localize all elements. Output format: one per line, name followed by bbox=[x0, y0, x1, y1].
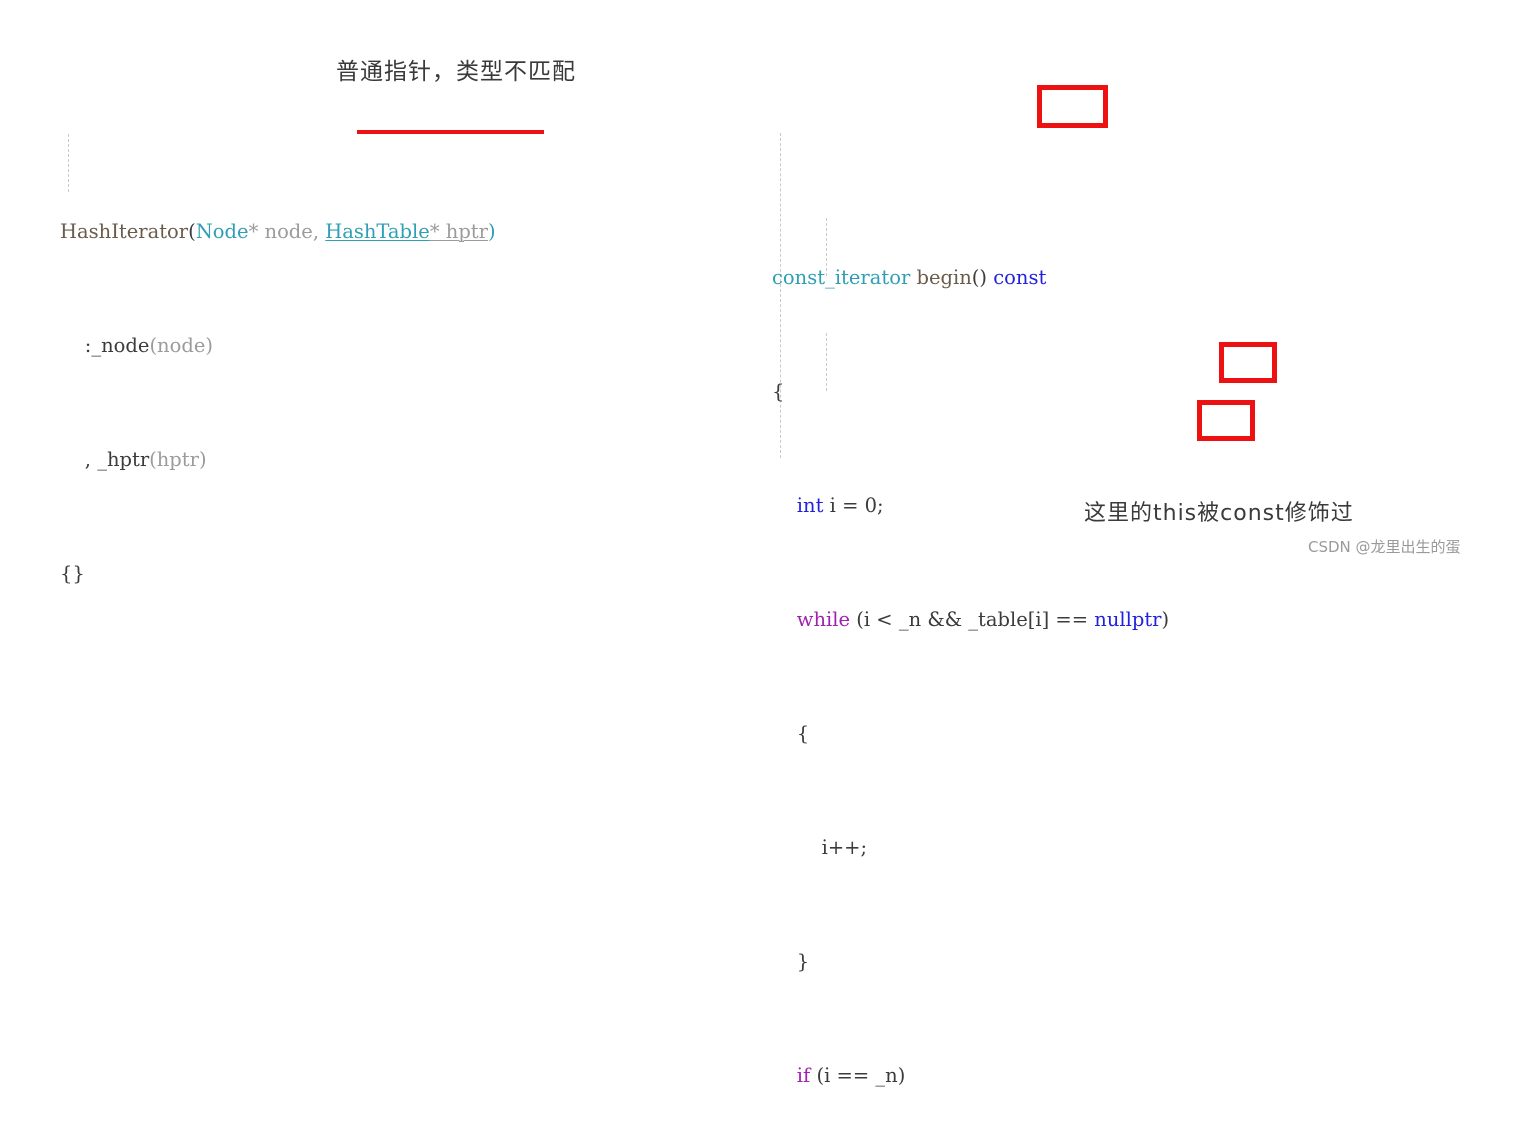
code-line: { bbox=[772, 378, 1169, 407]
csdn-watermark: CSDN @龙里出生的蛋 bbox=[1308, 538, 1461, 556]
code-token-indent bbox=[772, 608, 797, 631]
code-token-expr: i++; bbox=[772, 836, 868, 859]
code-token-punct: ) bbox=[1161, 608, 1170, 631]
indent-guide bbox=[68, 134, 69, 192]
code-line: i++; bbox=[772, 834, 1169, 863]
code-token-brace: { bbox=[772, 722, 810, 745]
code-token-expr: (i < _n && _table[i] == bbox=[850, 608, 1095, 631]
code-token-control: if bbox=[796, 1064, 811, 1087]
code-token-param: * node, bbox=[248, 220, 326, 243]
code-token-brace: { bbox=[772, 380, 785, 403]
red-underline-annotation bbox=[357, 130, 544, 134]
code-line: const_iterator begin() const bbox=[772, 264, 1169, 293]
code-line: :_node(node) bbox=[60, 332, 496, 361]
code-token-function: begin bbox=[916, 266, 972, 289]
code-line: HashIterator(Node* node, HashTable* hptr… bbox=[60, 218, 496, 247]
code-line: { bbox=[772, 720, 1169, 749]
code-block-right: const_iterator begin() const { int i = 0… bbox=[772, 93, 1169, 1136]
code-line: if (i == _n) bbox=[772, 1062, 1169, 1091]
code-token-type-hashtable: HashTable bbox=[325, 220, 430, 243]
code-token-param: hptr bbox=[156, 448, 199, 471]
code-token-expr: (i == _n) bbox=[810, 1064, 906, 1087]
code-line: } bbox=[772, 948, 1169, 977]
code-token-indent bbox=[772, 494, 797, 517]
indent-guide bbox=[780, 133, 781, 458]
red-highlight-box-this-first bbox=[1219, 342, 1277, 383]
code-block-left: HashIterator(Node* node, HashTable* hptr… bbox=[60, 104, 496, 617]
code-token-punct: ) bbox=[198, 448, 207, 471]
red-highlight-box-const bbox=[1037, 85, 1108, 128]
code-token-indent bbox=[772, 1064, 797, 1087]
code-token-braces: {} bbox=[60, 562, 85, 585]
code-token-expr: i = 0; bbox=[823, 494, 884, 517]
code-token-member: :_node bbox=[60, 334, 150, 357]
code-token-function: HashIterator bbox=[60, 220, 189, 243]
code-token-param: node bbox=[157, 334, 206, 357]
code-token-type: const_iterator bbox=[772, 266, 911, 289]
code-token-brace: } bbox=[772, 950, 810, 973]
code-token-control: while bbox=[796, 608, 851, 631]
code-token-punct: ( bbox=[149, 334, 158, 357]
code-token-punct: () bbox=[971, 266, 994, 289]
code-token-punct: ) bbox=[205, 334, 213, 357]
annotation-title-left: 普通指针，类型不匹配 bbox=[336, 59, 576, 85]
code-token-member: , _hptr bbox=[60, 448, 150, 471]
code-token-keyword: int bbox=[796, 494, 824, 517]
code-token-punct: ( bbox=[149, 448, 157, 471]
code-token-punct: ) bbox=[487, 220, 496, 243]
code-token-const-keyword: const bbox=[993, 266, 1047, 289]
code-line: while (i < _n && _table[i] == nullptr) bbox=[772, 606, 1169, 635]
code-line: {} bbox=[60, 560, 496, 589]
code-token-param: hptr bbox=[445, 220, 488, 243]
annotation-note-bottom: 这里的this被const修饰过 bbox=[1084, 501, 1354, 526]
code-token-punct: ( bbox=[188, 220, 196, 243]
red-highlight-box-this-second bbox=[1197, 400, 1255, 441]
code-token-punct: * bbox=[429, 220, 446, 243]
code-token-keyword: nullptr bbox=[1094, 608, 1162, 631]
code-token-type: Node bbox=[195, 220, 249, 243]
code-line: , _hptr(hptr) bbox=[60, 446, 496, 475]
